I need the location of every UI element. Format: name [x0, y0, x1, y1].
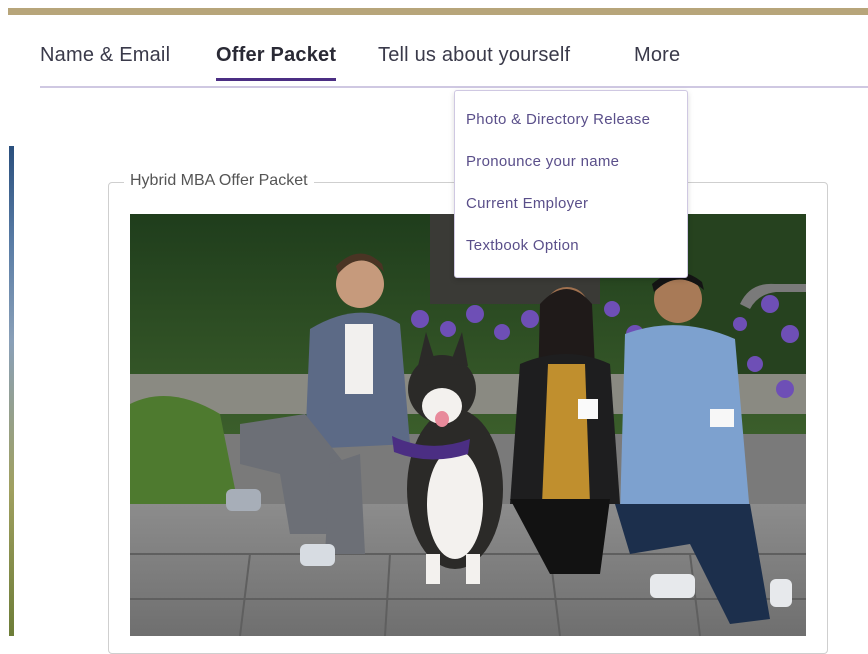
tabs-divider	[40, 86, 868, 88]
tab-more[interactable]: More	[634, 44, 680, 78]
background-image-edge	[9, 146, 14, 636]
tab-tell-us-about-yourself[interactable]: Tell us about yourself	[378, 44, 570, 78]
menu-item-current-employer[interactable]: Current Employer	[466, 195, 588, 212]
tab-offer-packet[interactable]: Offer Packet	[216, 44, 337, 81]
menu-item-pronounce-your-name[interactable]: Pronounce your name	[466, 153, 619, 170]
offer-packet-legend: Hybrid MBA Offer Packet	[124, 172, 314, 190]
top-accent-bar	[8, 8, 868, 15]
menu-item-photo-directory-release[interactable]: Photo & Directory Release	[466, 111, 650, 128]
menu-item-textbook-option[interactable]: Textbook Option	[466, 237, 579, 254]
tab-name-email[interactable]: Name & Email	[40, 44, 170, 78]
more-dropdown-menu: Photo & Directory Release Pronounce your…	[454, 90, 688, 278]
